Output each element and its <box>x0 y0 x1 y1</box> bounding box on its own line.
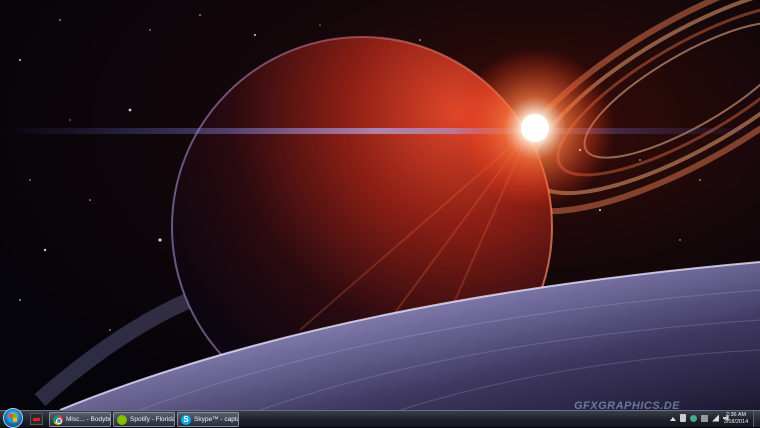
show-desktop-button[interactable] <box>753 411 760 427</box>
tray-signal-icon[interactable] <box>712 414 719 422</box>
taskbar-button-skype[interactable]: S Skype™ - captainc... <box>177 412 239 427</box>
tray-flag-icon[interactable] <box>701 414 708 422</box>
desktop-wallpaper[interactable]: GFXGRAPHICS.DE <box>0 0 760 410</box>
clock-time: 2:36 AM <box>725 412 747 418</box>
clock-date: 3/18/2014 <box>723 419 749 425</box>
pinned-app-icon[interactable] <box>30 413 43 425</box>
tray-app-icon[interactable] <box>680 414 686 422</box>
taskbar: Misc... - Bodybuildi... Spotify - Florid… <box>0 408 760 428</box>
windows-start-orb-icon[interactable] <box>3 408 23 428</box>
spotify-icon <box>117 414 127 425</box>
taskbar-button-spotify[interactable]: Spotify - Florida G... <box>113 412 175 427</box>
skype-icon: S <box>181 414 191 425</box>
taskbar-button-label: Skype™ - captainc... <box>194 416 238 423</box>
chrome-icon <box>53 414 63 425</box>
taskbar-button-chrome[interactable]: Misc... - Bodybuildi... <box>49 412 111 427</box>
windows-logo-icon <box>9 414 17 422</box>
show-hidden-icons-icon[interactable] <box>670 417 676 421</box>
taskbar-clock[interactable]: 2:36 AM 3/18/2014 <box>720 412 752 426</box>
wallpaper-watermark: GFXGRAPHICS.DE <box>574 400 681 410</box>
tray-network-icon[interactable] <box>690 414 697 422</box>
taskbar-button-label: Spotify - Florida G... <box>130 416 174 423</box>
taskbar-button-label: Misc... - Bodybuildi... <box>66 416 110 423</box>
app-icon-dark-red <box>33 418 40 421</box>
space-wallpaper-image <box>0 0 760 410</box>
